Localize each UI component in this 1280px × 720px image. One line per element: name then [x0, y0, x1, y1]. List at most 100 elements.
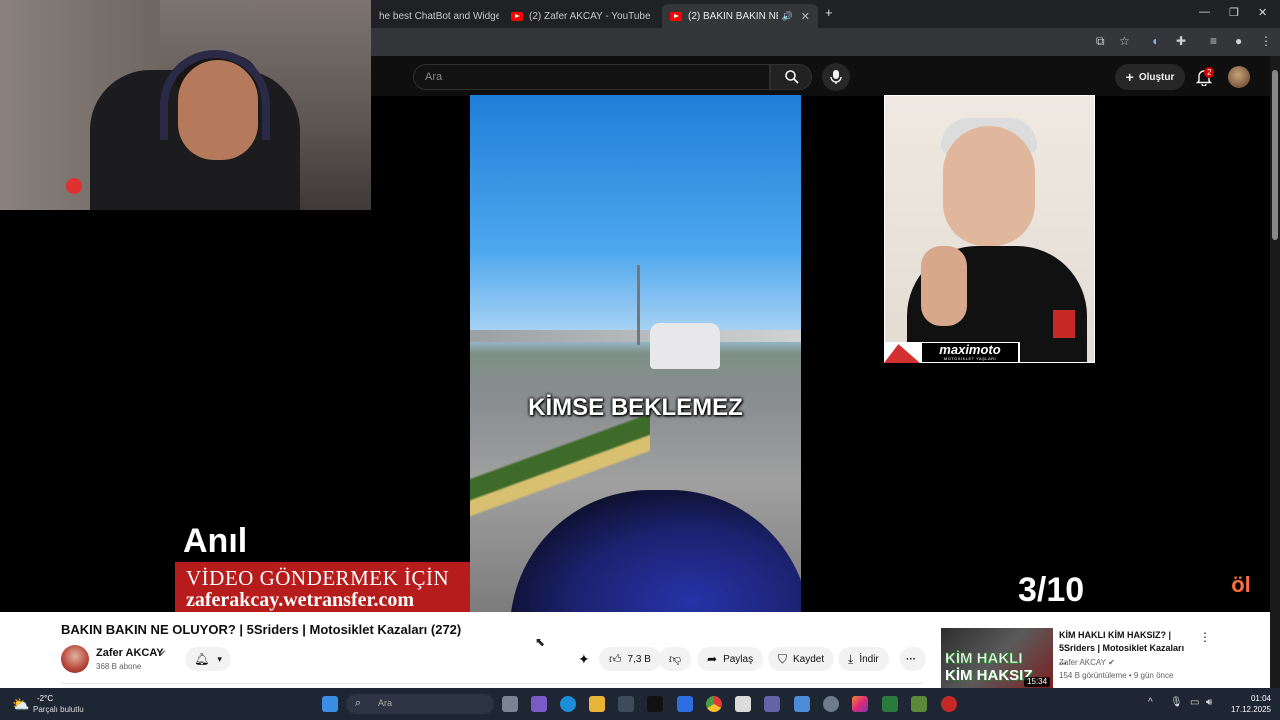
app-icon[interactable]	[794, 696, 810, 712]
record-icon[interactable]	[941, 696, 957, 712]
voice-search-button[interactable]	[822, 63, 850, 91]
bookmark-star-icon[interactable]: ☆	[1119, 34, 1130, 48]
minecraft-icon[interactable]	[911, 696, 927, 712]
more-vert-icon[interactable]: ⋮	[1199, 630, 1211, 644]
clip-counter: 3/10	[1018, 571, 1085, 609]
share-button[interactable]: ➦ Paylaş	[697, 647, 764, 671]
sparkle-icon: ✦	[578, 650, 590, 667]
browser-menu-icon[interactable]: ⋮	[1260, 34, 1272, 48]
chair-logo-icon	[66, 178, 82, 194]
subscription-bell-button[interactable]: 🔔︎ ▾	[185, 647, 231, 671]
brand-banner: maximoto MOTOSIKLET YAŞLARI	[884, 342, 1020, 363]
tab-chatbot[interactable]: he best ChatBot and Widgets ✕	[371, 4, 499, 28]
save-label: Kaydet	[793, 653, 825, 665]
recommended-channel[interactable]: Zafer AKCAY ✔	[1059, 658, 1115, 667]
weather-description[interactable]: Parçalı bulutlu	[33, 705, 84, 714]
copilot-icon[interactable]	[531, 696, 547, 712]
channel-name[interactable]: Zafer AKCAY	[96, 647, 164, 659]
like-count: 7,3 B	[627, 653, 651, 665]
clock-time[interactable]: 01:04	[1219, 694, 1271, 703]
windows-taskbar	[0, 688, 1280, 720]
brand-logo-icon	[884, 344, 920, 363]
download-button[interactable]: ⤓ İndir	[838, 647, 889, 671]
bookmark-icon: ⛉	[778, 651, 788, 666]
notepad-icon[interactable]	[735, 696, 751, 712]
subscriber-count: 368 B abone	[96, 662, 142, 671]
youtube-favicon-icon	[670, 11, 682, 21]
video-duration: 15:34	[1024, 677, 1051, 687]
edge-icon[interactable]	[560, 696, 576, 712]
tab-close-icon[interactable]: ✕	[793, 10, 810, 23]
taskbar-search-input[interactable]: Ara	[346, 694, 494, 714]
new-tab-button[interactable]: +	[825, 5, 833, 20]
youtube-favicon-icon	[511, 11, 523, 21]
media-control-icon[interactable]: ≡	[1210, 34, 1217, 48]
install-app-icon[interactable]: ⧉	[1096, 34, 1105, 49]
search-icon	[785, 70, 799, 84]
task-view-icon[interactable]	[502, 696, 518, 712]
start-windows-icon[interactable]	[322, 696, 338, 712]
car-image	[650, 323, 720, 369]
weather-temperature[interactable]: -2°C	[37, 694, 53, 703]
plus-icon: +	[1125, 69, 1134, 85]
video-title: BAKIN BAKIN NE OLUYOR? | 5Sriders | Moto…	[61, 622, 462, 637]
tab-close-icon[interactable]: ✕	[651, 10, 660, 23]
verified-icon: ✔	[159, 648, 167, 658]
headphones-icon	[160, 50, 270, 140]
like-button[interactable]: 👍︎ 7,3 B	[599, 647, 661, 671]
brand-subtitle: MOTOSIKLET YAŞLARI	[943, 356, 997, 361]
tab-active-video[interactable]: (2) BAKIN BAKIN NE OLUYO 🔊 ✕	[662, 4, 818, 28]
app-icon[interactable]	[882, 696, 898, 712]
file-explorer-icon[interactable]	[589, 696, 605, 712]
thumbnail-text-1: KİM HAKLI	[945, 650, 1023, 668]
mouse-cursor-icon: ⬉	[535, 635, 546, 649]
shirt-logo-icon	[1053, 310, 1075, 338]
search-button[interactable]	[770, 64, 812, 90]
motorcycle-clip	[470, 95, 801, 612]
show-hidden-icons-icon[interactable]: ^	[1148, 697, 1153, 708]
download-icon: ⤓	[848, 651, 854, 666]
user-avatar[interactable]	[1228, 66, 1250, 88]
tab-label: he best ChatBot and Widgets	[379, 10, 499, 22]
instagram-icon[interactable]	[852, 696, 868, 712]
volume-icon[interactable]: 🔊︎	[1206, 697, 1212, 708]
ask-ai-button[interactable]: ✦	[578, 647, 590, 671]
tiktok-icon[interactable]	[647, 696, 663, 712]
save-button[interactable]: ⛉ Kaydet	[768, 647, 835, 671]
weather-icon[interactable]: ⛅	[12, 696, 29, 713]
close-window-icon[interactable]: ✕	[1258, 6, 1267, 19]
create-label: Oluştur	[1138, 71, 1175, 83]
create-button[interactable]: + Oluştur	[1115, 64, 1185, 90]
speaker-icon[interactable]: 🔊	[782, 11, 793, 22]
submission-banner-url: zaferakcay.wetransfer.com	[186, 589, 415, 611]
bell-icon: 🔔︎	[194, 652, 210, 666]
host-camera	[884, 95, 1095, 363]
profile-icon[interactable]: ●	[1235, 34, 1242, 48]
recommended-meta: 154 B görüntüleme • 9 gün önce	[1059, 671, 1174, 680]
thumbnail-text-2: KİM HAKSIZ	[945, 667, 1033, 684]
more-actions-button[interactable]: ···	[900, 647, 926, 671]
minimize-icon[interactable]: —	[1199, 6, 1210, 18]
chrome-icon[interactable]	[706, 696, 722, 712]
restore-icon[interactable]: ❐	[1229, 6, 1239, 19]
clip-caption: KİMSE BEKLEMEZ	[528, 394, 743, 421]
share-label: Paylaş	[723, 653, 754, 665]
divider	[61, 683, 923, 684]
tab-zafer-akcay-youtube[interactable]: (2) Zafer AKCAY - YouTube ✕	[503, 4, 659, 28]
network-icon[interactable]: ▭	[1190, 697, 1199, 708]
settings-icon[interactable]	[823, 696, 839, 712]
microphone-icon	[830, 70, 842, 84]
channel-avatar[interactable]	[61, 645, 89, 673]
scrollbar-thumb[interactable]	[1272, 70, 1278, 240]
tab-label: (2) Zafer AKCAY - YouTube	[529, 10, 651, 22]
microphone-icon[interactable]: 🎙︎	[1170, 697, 1183, 708]
dislike-button[interactable]: 👎︎	[659, 647, 692, 671]
clock-date[interactable]: 17.12.2025	[1219, 705, 1271, 714]
teams-icon[interactable]	[764, 696, 780, 712]
search-input[interactable]: Ara	[413, 64, 770, 90]
streamer-webcam	[0, 0, 371, 210]
store-icon[interactable]	[618, 696, 634, 712]
mail-icon[interactable]	[677, 696, 693, 712]
extension-audio-icon[interactable]: ◖	[1151, 34, 1158, 48]
extensions-puzzle-icon[interactable]: ✚	[1176, 34, 1186, 48]
